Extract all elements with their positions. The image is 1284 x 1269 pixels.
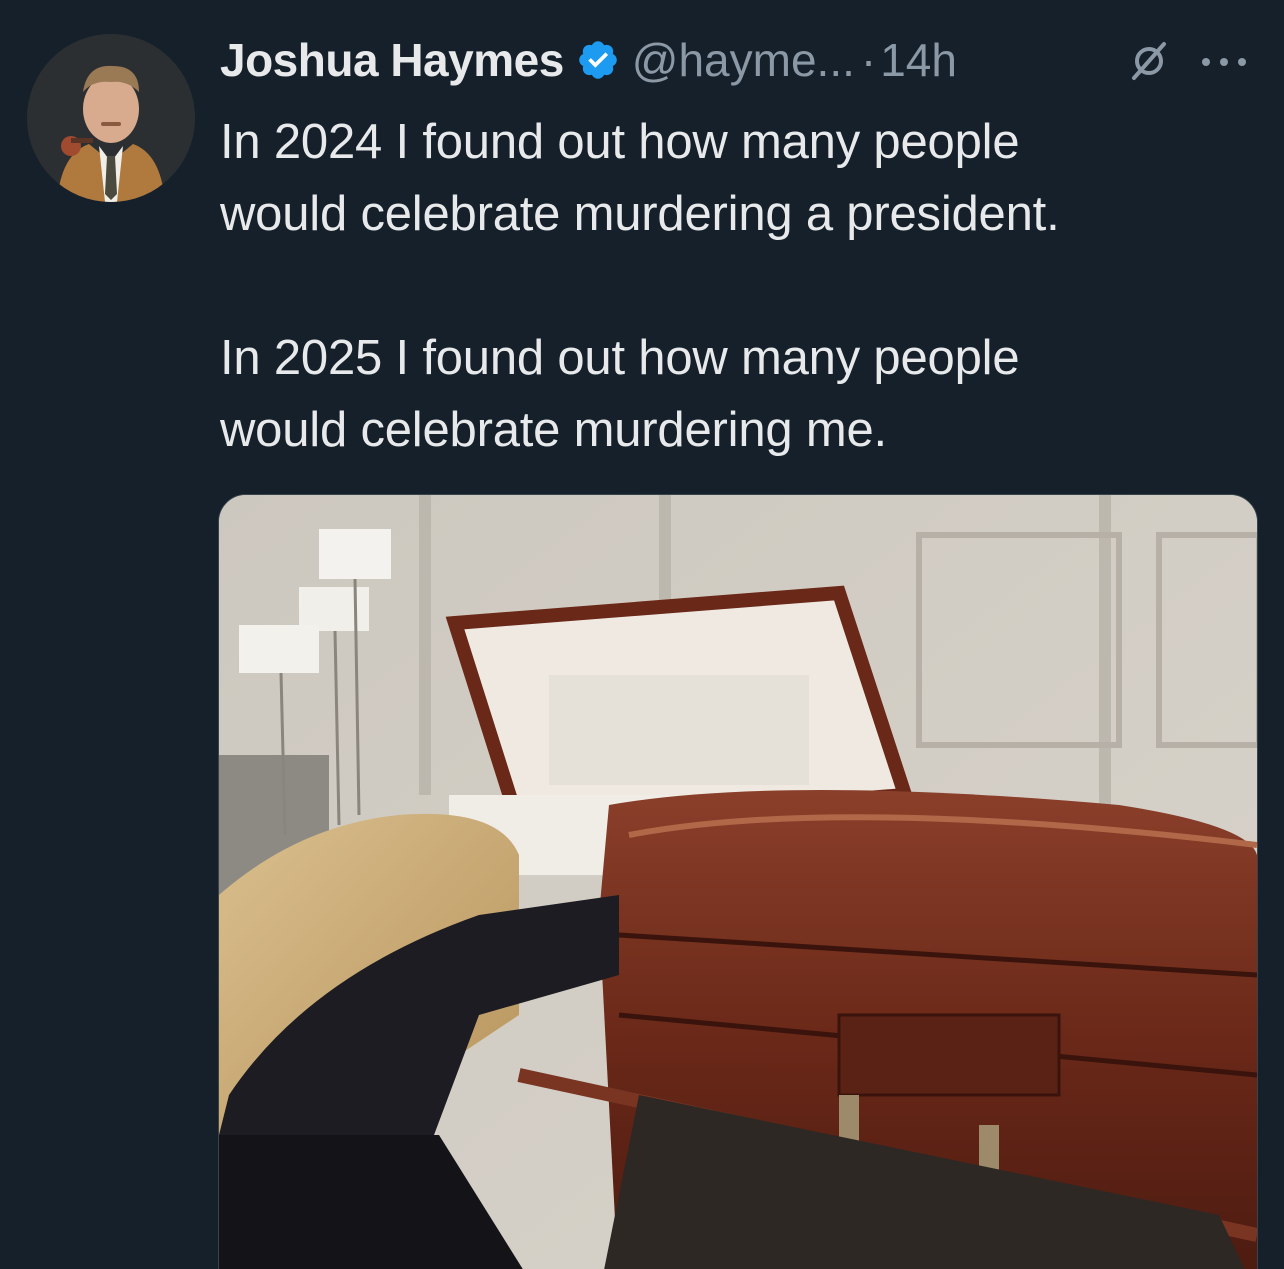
avatar[interactable] bbox=[27, 34, 195, 202]
avatar-image bbox=[27, 34, 195, 202]
casket-photo bbox=[219, 495, 1257, 1269]
author-handle[interactable]: @hayme... bbox=[632, 33, 855, 87]
verified-badge-icon bbox=[576, 38, 620, 82]
tweet-timestamp[interactable]: 14h bbox=[880, 33, 957, 87]
tweet: Joshua Haymes @hayme... · 14h In 2024 I … bbox=[0, 0, 1284, 1269]
tweet-media-image[interactable] bbox=[218, 494, 1258, 1269]
tweet-text: In 2024 I found out how many people woul… bbox=[220, 115, 1060, 457]
tweet-header: Joshua Haymes @hayme... · 14h bbox=[220, 28, 957, 92]
grok-icon[interactable] bbox=[1128, 40, 1170, 82]
separator-dot: · bbox=[860, 34, 877, 86]
author-display-name[interactable]: Joshua Haymes bbox=[220, 33, 564, 87]
more-options-icon[interactable] bbox=[1196, 52, 1252, 72]
